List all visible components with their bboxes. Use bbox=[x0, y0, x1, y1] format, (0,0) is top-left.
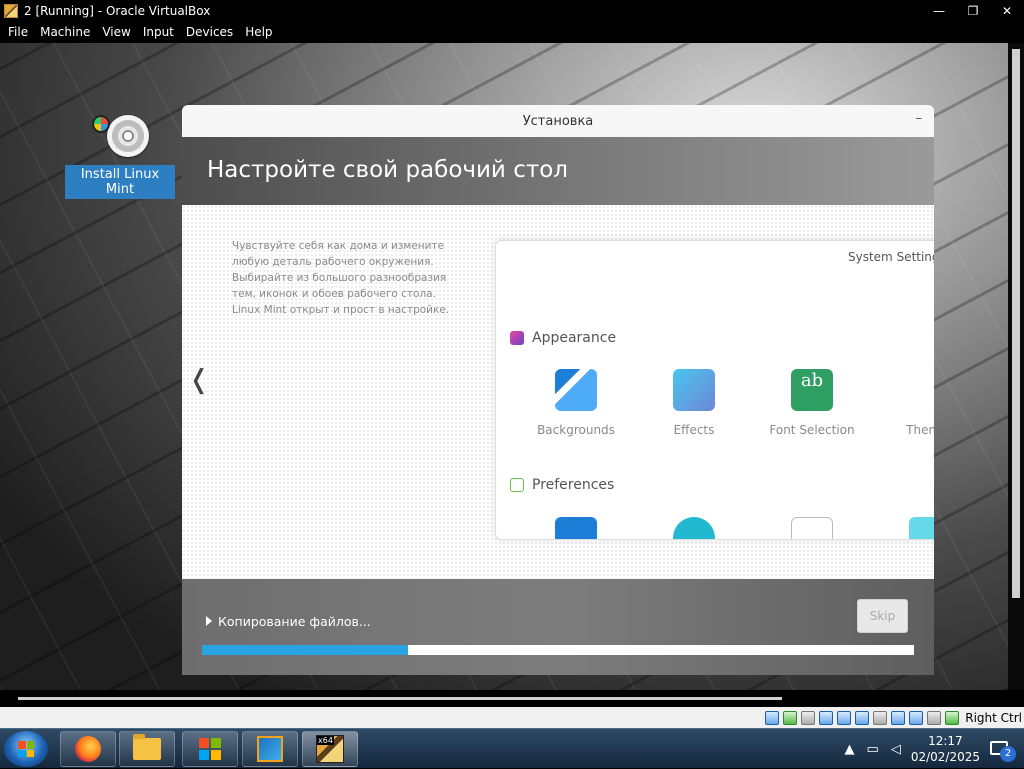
virtualbox-vm-icon: x64 bbox=[316, 735, 344, 763]
virtualbox-app-icon bbox=[4, 3, 18, 18]
applets-icon bbox=[791, 517, 833, 539]
installer-header: Настройте свой рабочий стол bbox=[182, 137, 934, 205]
floppy-icon[interactable] bbox=[801, 710, 816, 725]
vertical-scrollbar[interactable] bbox=[1008, 43, 1024, 690]
installer-window: Установка – Настройте свой рабочий стол … bbox=[182, 105, 934, 675]
preferences-item-icon bbox=[909, 517, 934, 539]
mouse-integration-icon[interactable] bbox=[927, 710, 942, 725]
taskbar: x64 ▲ ▭ ◁ 12:17 02/02/2025 2 bbox=[0, 728, 1024, 768]
clock[interactable]: 12:17 02/02/2025 bbox=[911, 733, 980, 765]
recording-icon[interactable] bbox=[909, 710, 924, 725]
taskbar-microsoft-store[interactable] bbox=[182, 731, 238, 767]
menu-input[interactable]: Input bbox=[137, 25, 180, 39]
effects-icon bbox=[673, 369, 715, 411]
system-settings-preview: System Settings Appearance Backgrounds E… bbox=[495, 240, 934, 540]
settings-item-backgrounds: Backgrounds bbox=[526, 369, 626, 437]
close-button[interactable]: ✕ bbox=[990, 0, 1024, 21]
display-icon[interactable] bbox=[891, 710, 906, 725]
horizontal-scrollbar-thumb[interactable] bbox=[18, 697, 782, 700]
desktop-icon-label: Install Linux Mint bbox=[65, 165, 175, 199]
mint-badge-icon bbox=[92, 115, 110, 133]
preview-window-title: System Settings bbox=[848, 250, 934, 264]
installer-title: Установка bbox=[522, 113, 594, 129]
vm-badge: x64 bbox=[317, 736, 334, 745]
next-slide-button[interactable]: ❭ bbox=[930, 371, 934, 399]
host-key-label: Right Ctrl bbox=[965, 710, 1022, 725]
taskbar-virtualbox-vm[interactable]: x64 bbox=[302, 731, 358, 767]
horizontal-scrollbar[interactable] bbox=[0, 690, 1024, 707]
page-title: Настройте свой рабочий стол bbox=[207, 157, 569, 183]
window-title: 2 [Running] - Oracle VirtualBox bbox=[24, 3, 211, 18]
window-controls: — ❐ ✕ bbox=[922, 0, 1024, 21]
file-explorer-icon bbox=[133, 734, 161, 760]
account-icon bbox=[673, 517, 715, 539]
installer-footer: Копирование файлов... Skip bbox=[182, 579, 934, 675]
settings-item-effects: Effects bbox=[644, 369, 744, 437]
preferences-section-header: Preferences bbox=[510, 477, 614, 493]
settings-item-font-selection: ab Font Selection bbox=[762, 369, 862, 437]
slideshow-area: Чувствуйте себя как дома и измените любу… bbox=[182, 205, 934, 579]
taskbar-firefox[interactable] bbox=[60, 731, 116, 767]
settings-item-themes: Themes bbox=[880, 369, 934, 437]
vm-screen[interactable]: Install Linux Mint Установка – Настройте… bbox=[0, 43, 1008, 690]
clock-date: 02/02/2025 bbox=[910, 750, 980, 764]
settings-item-label: Font Selection bbox=[769, 423, 855, 437]
appearance-icon bbox=[510, 331, 524, 345]
audio-icon[interactable] bbox=[819, 710, 834, 725]
slide-description: Чувствуйте себя как дома и измените любу… bbox=[232, 240, 450, 316]
progress-status[interactable]: Копирование файлов... bbox=[206, 614, 371, 629]
appearance-section-header: Appearance bbox=[510, 330, 616, 346]
cd-drive-icon bbox=[107, 115, 149, 157]
menu-machine[interactable]: Machine bbox=[34, 25, 96, 39]
skip-button[interactable]: Skip bbox=[857, 599, 908, 633]
minimize-button[interactable]: — bbox=[922, 0, 956, 21]
network-tray-icon[interactable]: ▭ bbox=[867, 742, 879, 757]
progress-bar bbox=[202, 645, 914, 655]
backgrounds-icon bbox=[555, 369, 597, 411]
taskbar-virtualbox[interactable] bbox=[242, 731, 298, 767]
previous-slide-button[interactable]: ❬ bbox=[188, 365, 210, 395]
settings-item-label: Themes bbox=[906, 423, 934, 437]
shared-folders-icon[interactable] bbox=[873, 710, 888, 725]
installer-minimize-button[interactable]: – bbox=[916, 111, 923, 126]
clock-time: 12:17 bbox=[928, 734, 963, 748]
usb-icon[interactable] bbox=[855, 710, 870, 725]
vm-status-bar: Right Ctrl bbox=[0, 707, 1024, 728]
taskbar-file-explorer[interactable] bbox=[119, 731, 175, 767]
desktop-icon-install-linux-mint[interactable]: Install Linux Mint bbox=[65, 115, 175, 199]
expand-arrow-icon bbox=[206, 616, 212, 626]
window-titlebar: 2 [Running] - Oracle VirtualBox — ❐ ✕ bbox=[0, 0, 1024, 21]
hard-disk-icon[interactable] bbox=[783, 710, 798, 725]
firefox-icon bbox=[75, 736, 101, 762]
notification-count: 2 bbox=[1000, 746, 1016, 762]
settings-item-label: Backgrounds bbox=[537, 423, 615, 437]
accessibility-icon bbox=[555, 517, 597, 539]
system-tray: ▲ ▭ ◁ 12:17 02/02/2025 2 bbox=[839, 729, 1024, 769]
microsoft-store-icon bbox=[199, 738, 221, 760]
preferences-icon bbox=[510, 478, 524, 492]
restore-button[interactable]: ❐ bbox=[956, 0, 990, 21]
windows-logo-icon bbox=[18, 741, 34, 757]
menu-bar: File Machine View Input Devices Help bbox=[0, 21, 1024, 43]
vertical-scrollbar-thumb[interactable] bbox=[1012, 49, 1020, 598]
progress-bar-fill bbox=[202, 645, 409, 655]
installer-titlebar: Установка – bbox=[182, 105, 934, 137]
virtualbox-icon bbox=[257, 736, 283, 762]
show-hidden-icons-button[interactable]: ▲ bbox=[845, 742, 855, 757]
menu-help[interactable]: Help bbox=[239, 25, 278, 39]
settings-item-label: Effects bbox=[673, 423, 715, 437]
progress-status-text: Копирование файлов... bbox=[218, 614, 371, 629]
start-button[interactable] bbox=[4, 731, 48, 767]
menu-view[interactable]: View bbox=[96, 25, 136, 39]
menu-devices[interactable]: Devices bbox=[180, 25, 239, 39]
appearance-section-label: Appearance bbox=[532, 330, 617, 346]
preferences-section-label: Preferences bbox=[532, 477, 615, 493]
volume-icon[interactable]: ◁ bbox=[891, 742, 901, 757]
notifications-button[interactable]: 2 bbox=[990, 738, 1016, 762]
network-icon[interactable] bbox=[837, 710, 852, 725]
menu-file[interactable]: File bbox=[2, 25, 34, 39]
optical-drive-icon[interactable] bbox=[765, 710, 780, 725]
font-selection-icon: ab bbox=[791, 369, 833, 411]
cpu-icon[interactable] bbox=[945, 710, 960, 725]
